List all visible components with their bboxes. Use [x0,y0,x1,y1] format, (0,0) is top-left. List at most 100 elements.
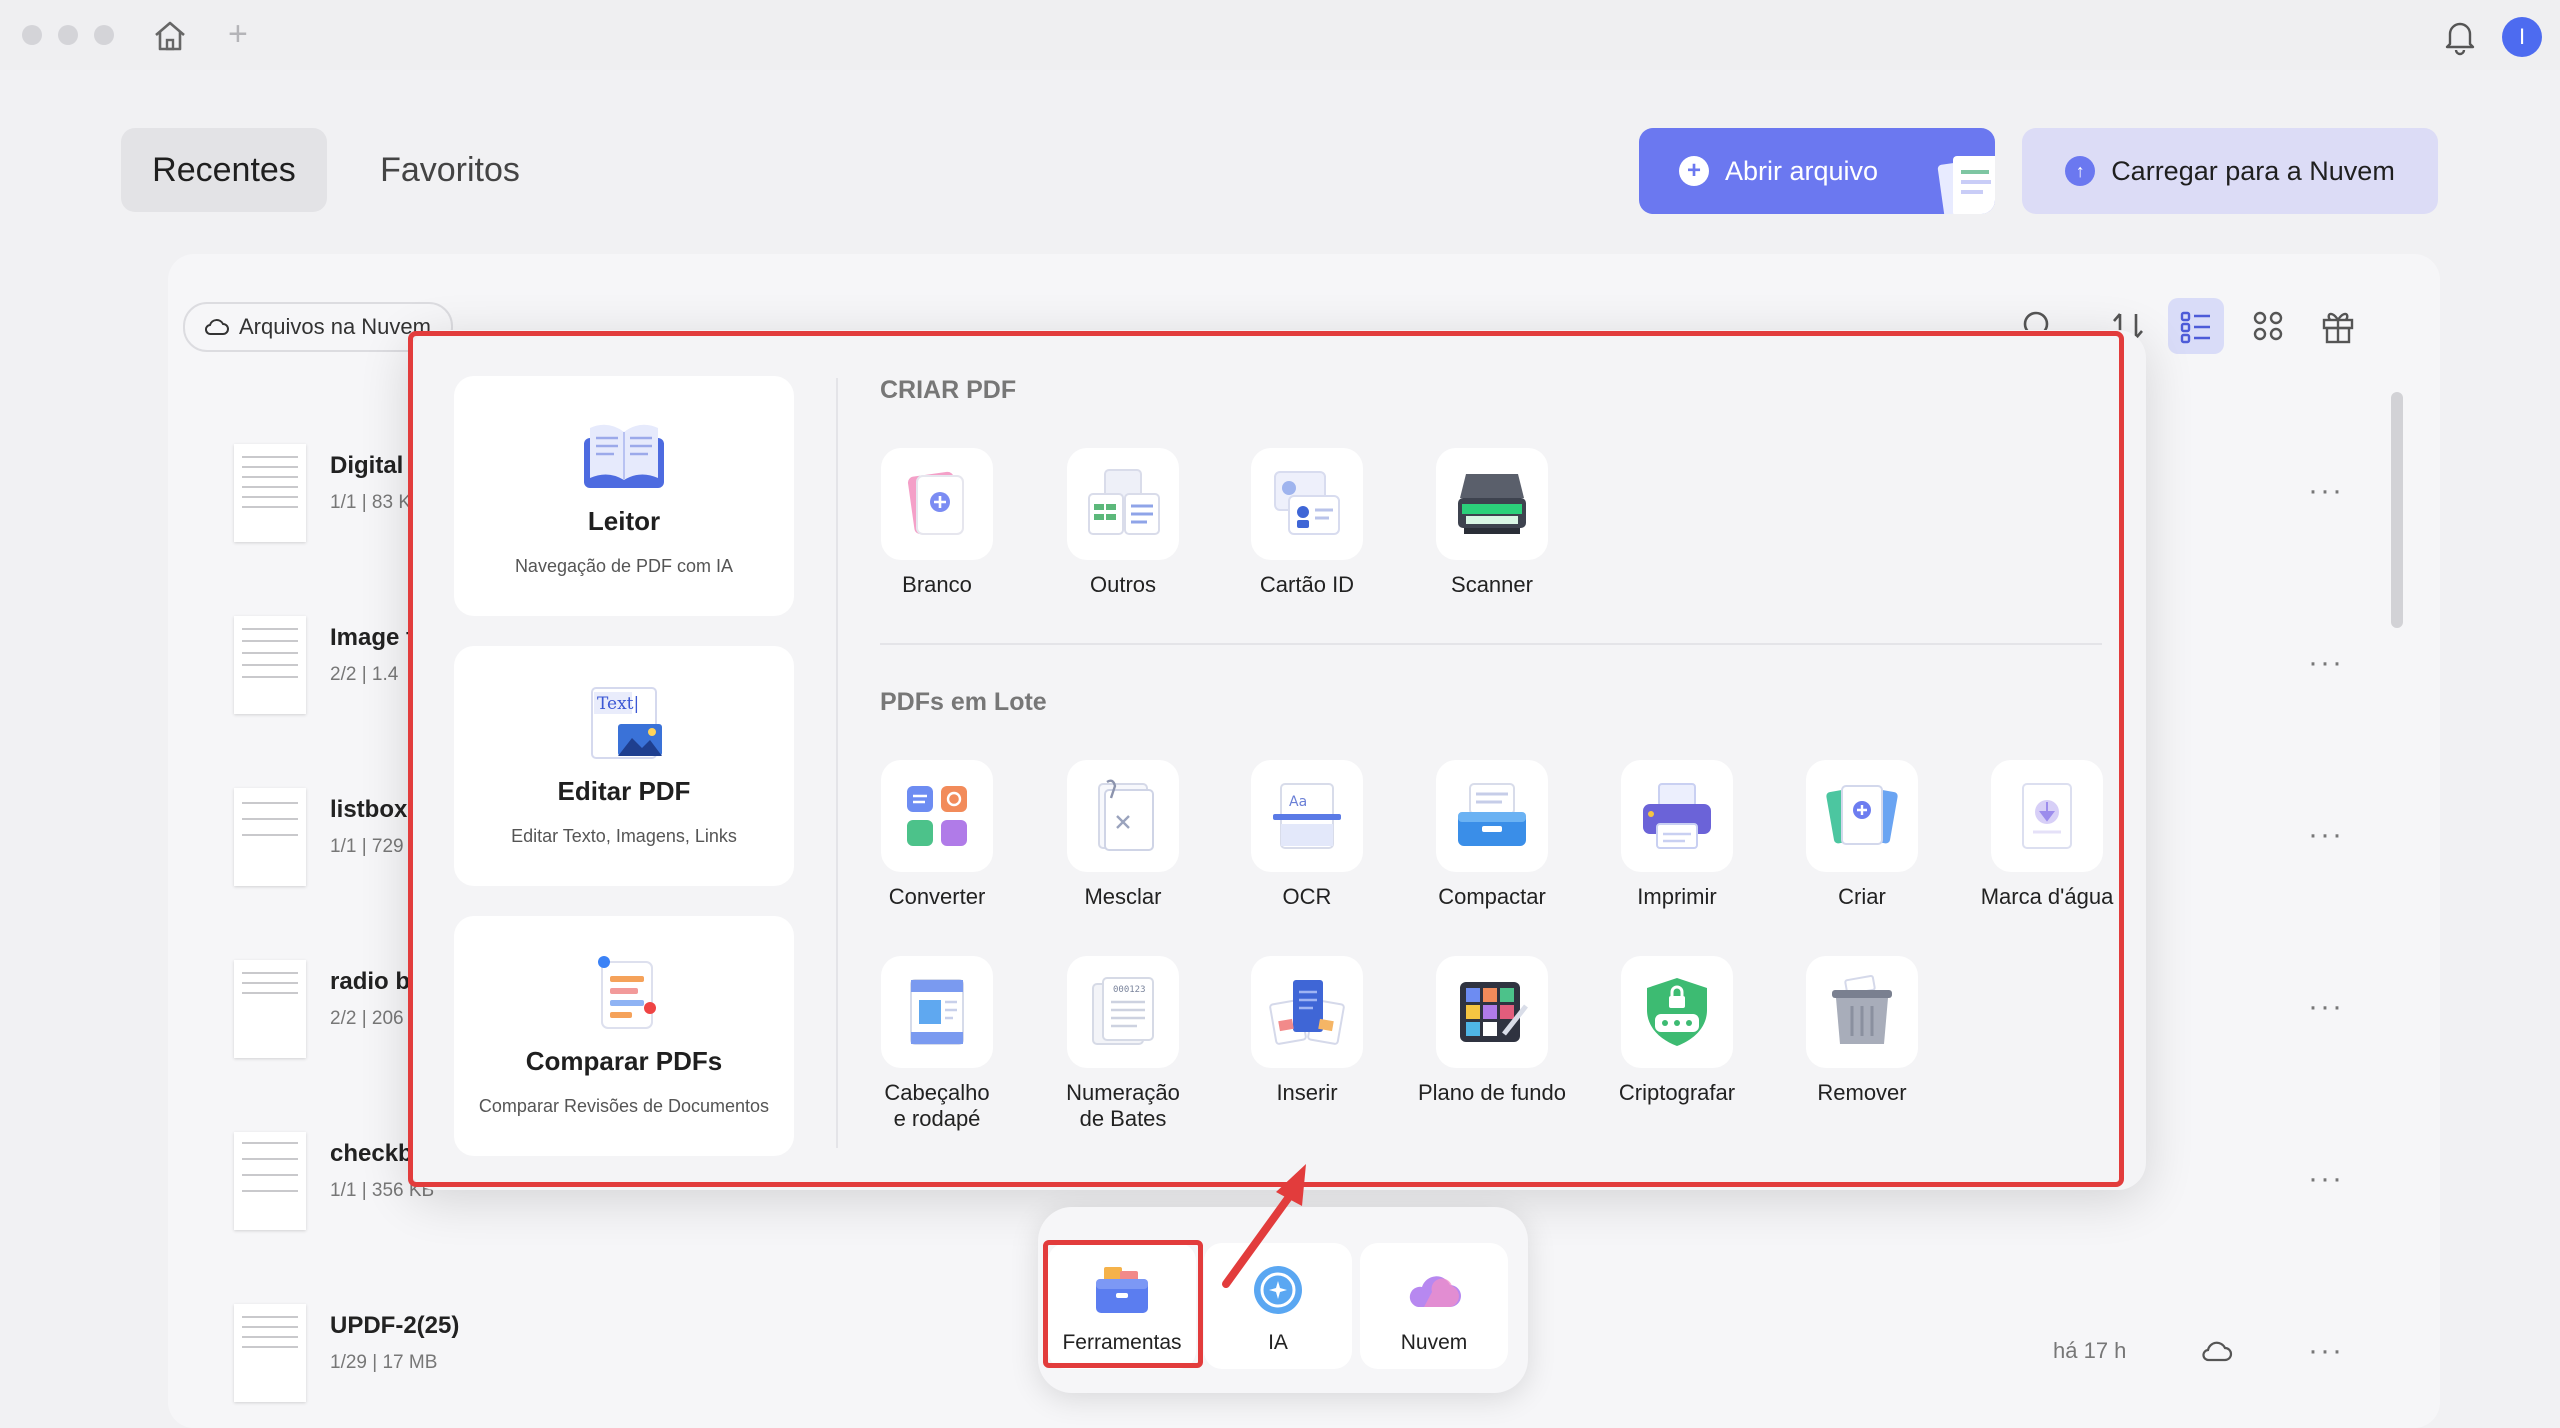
insert-tile [1251,956,1363,1068]
bell-icon[interactable] [2440,16,2480,56]
lock-shield-icon [1647,978,1707,1046]
compare-icon [598,956,656,1029]
compare-pdf-card[interactable]: Comparar PDFs Comparar Revisões de Docum… [454,916,794,1156]
tab-recentes[interactable]: Recentes [121,128,327,212]
blank-tile [881,448,993,560]
print-tile [1621,760,1733,872]
more-options-icon[interactable]: ··· [2308,1162,2344,1196]
tab-favoritos[interactable]: Favoritos [352,128,548,212]
tool-watermark[interactable]: Marca d'água [1954,760,2140,920]
file-meta: 1/1 | 83 K [330,492,411,513]
bates-sample-text: 000123 [1113,985,1146,995]
title-bar [0,0,2560,70]
home-icon[interactable] [150,16,190,56]
watermark-tile [1991,760,2103,872]
upload-arrow-icon: ↑ [2065,156,2096,186]
more-options-icon[interactable]: ··· [2308,818,2344,852]
reader-card[interactable]: Leitor Navegação de PDF com IA [454,376,794,616]
more-options-icon[interactable]: ··· [2308,646,2344,680]
dock-highlight-box [1043,1240,1203,1368]
avatar[interactable]: I [2502,17,2542,57]
tool-compress[interactable]: Compactar [1399,760,1585,920]
file-meta: 2/2 | 206 [330,1008,404,1029]
tool-label: Scanner [1451,572,1533,597]
reader-subtitle: Navegação de PDF com IA [514,556,734,576]
merge-icon [1098,779,1154,851]
open-file-button[interactable]: + Abrir arquivo [1639,128,1995,214]
compress-tile [1436,760,1548,872]
file-thumbnail [234,1304,306,1402]
annotation-arrow-icon [1222,1164,1306,1288]
svg-text:Text|: Text| [597,694,639,714]
tool-label: Compactar [1438,884,1546,909]
tool-label: Inserir [1276,1080,1338,1105]
tool-label-text: Numeração de Bates [1066,1080,1180,1131]
book-icon [584,424,664,488]
zoom-window-button[interactable] [94,25,114,45]
file-thumbnail [234,1132,306,1230]
encrypt-tile [1621,956,1733,1068]
tool-bates[interactable]: 000123 Numeração de Bates [1030,956,1216,1136]
file-meta: 2/2 | 1.4 [330,664,399,685]
tool-header-footer[interactable]: Cabeçalho e rodapé [844,956,1030,1136]
file-thumbnail [234,444,306,542]
compress-icon [1458,783,1526,846]
edit-pdf-title: Editar PDF [557,776,691,806]
tool-ocr[interactable]: Aa OCR [1214,760,1400,920]
gift-icon[interactable] [2318,306,2358,346]
background-icon [1460,982,1528,1042]
tool-label: Outros [1089,572,1157,597]
tool-encrypt[interactable]: Criptografar [1584,956,1770,1116]
cloud-icon [205,319,229,335]
grid-view-icon[interactable] [2248,306,2288,346]
watermark-icon [2022,783,2072,849]
modified-time: há 17 h [2053,1338,2127,1363]
more-options-icon[interactable]: ··· [2308,990,2344,1024]
list-view-icon [2180,311,2210,344]
tool-label: Criar [1838,884,1886,909]
list-view-button[interactable] [2168,298,2224,354]
scanner-tile [1436,448,1548,560]
tool-convert[interactable]: Converter [844,760,1030,920]
tool-label-text: Cabeçalho e rodapé [884,1080,990,1131]
ocr-icon: Aa [1273,783,1341,849]
more-options-icon[interactable]: ··· [2308,1334,2344,1368]
tool-others[interactable]: Outros [1030,448,1216,608]
tool-create[interactable]: Criar [1769,760,1955,920]
scrollbar[interactable] [2391,392,2403,628]
tool-id-card[interactable]: Cartão ID [1214,448,1400,608]
minimize-window-button[interactable] [58,25,78,45]
bates-numbering-icon: 000123 [1092,977,1154,1045]
new-tab-plus-icon[interactable]: + [228,14,248,54]
tool-remove[interactable]: Remover [1769,956,1955,1116]
tool-label: Cabeçalho e rodapé [844,1080,1030,1132]
merge-tile [1067,760,1179,872]
upload-cloud-button[interactable]: ↑ Carregar para a Nuvem [2022,128,2438,214]
tool-merge[interactable]: Mesclar [1030,760,1216,920]
text-edit-icon: Text| [591,687,662,759]
svg-text:Aa: Aa [1289,794,1307,810]
background-tile [1436,956,1548,1068]
header-footer-tile [881,956,993,1068]
file-thumbnail [234,788,306,886]
convert-tile [881,760,993,872]
tool-label: OCR [1282,884,1332,909]
file-name: Image f [330,624,415,651]
tool-insert[interactable]: Inserir [1214,956,1400,1116]
more-options-icon[interactable]: ··· [2308,474,2344,508]
others-docs-icon [1088,469,1160,535]
tool-background[interactable]: Plano de fundo [1399,956,1585,1116]
tool-print[interactable]: Imprimir [1584,760,1770,920]
dock-item-cloud[interactable]: Nuvem [1360,1243,1508,1369]
cloud-icon [1409,1276,1461,1307]
open-file-label: Abrir arquivo [1725,155,1879,186]
tool-scanner[interactable]: Scanner [1399,448,1585,608]
file-meta: 1/1 | 729 [330,836,404,857]
tool-blank[interactable]: Branco [844,448,1030,608]
tool-label: Plano de fundo [1417,1080,1567,1105]
others-tile [1067,448,1179,560]
edit-pdf-card[interactable]: Text| Editar PDF Editar Texto, Imagens, … [454,646,794,886]
close-window-button[interactable] [22,25,42,45]
tool-label: Branco [902,572,972,597]
cloud-upload-icon[interactable] [2200,1336,2234,1366]
